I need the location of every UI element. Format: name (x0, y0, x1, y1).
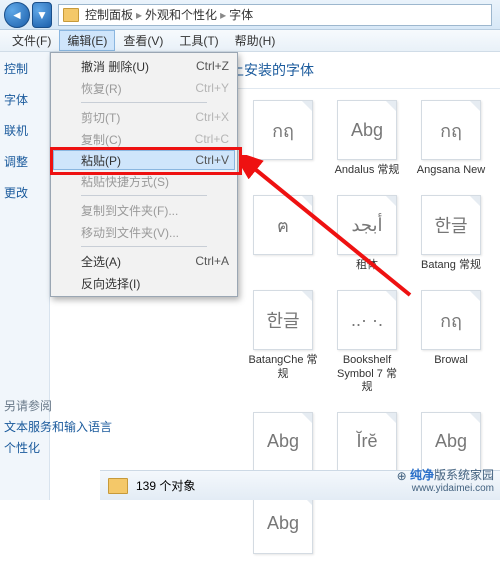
menu-entry-shortcut: Ctrl+C (195, 132, 229, 146)
font-preview: Abg (253, 412, 313, 472)
menu-entry[interactable]: 全选(A)Ctrl+A (53, 250, 235, 272)
address-bar[interactable]: 控制面板▸ 外观和个性化▸ 字体 (58, 4, 492, 26)
breadcrumb-sep: ▸ (136, 8, 142, 22)
menu-entry-label: 粘贴快捷方式(S) (81, 173, 229, 190)
menu-separator (81, 246, 207, 247)
menu-entry-label: 全选(A) (81, 253, 195, 270)
menu-entry[interactable]: 撤消 删除(U)Ctrl+Z (53, 55, 235, 77)
edit-menu-dropdown: 撤消 删除(U)Ctrl+Z恢复(R)Ctrl+Y剪切(T)Ctrl+X复制(C… (50, 52, 238, 297)
menu-entry-label: 反向选择(I) (81, 275, 229, 292)
font-name-label: Angsana New (416, 164, 486, 177)
font-item[interactable]: Ĭrĕ (332, 412, 402, 476)
menu-entry: 移动到文件夹(V)... (53, 221, 235, 243)
menu-item[interactable]: 编辑(E) (59, 30, 115, 51)
font-name-label: Andalus 常规 (332, 164, 402, 177)
font-item[interactable]: Abg (248, 494, 318, 558)
breadcrumb-segment[interactable]: 字体 (229, 6, 253, 23)
menu-item[interactable]: 帮助(H) (227, 30, 284, 51)
menu-entry: 剪切(T)Ctrl+X (53, 106, 235, 128)
font-item[interactable]: ..· ·.Bookshelf Symbol 7 常规 (332, 290, 402, 394)
font-preview: 한글 (421, 195, 481, 255)
menu-entry-label: 复制到文件夹(F)... (81, 202, 229, 219)
watermark: ⊕ 纯净版系统家园 www.yidaimei.com (397, 466, 494, 494)
font-preview: Abg (421, 412, 481, 472)
nav-back-button[interactable]: ◄ (4, 2, 30, 28)
menu-entry-label: 移动到文件夹(V)... (81, 224, 229, 241)
font-preview: กฤ (253, 100, 313, 160)
menu-bar: 文件(F)编辑(E)查看(V)工具(T)帮助(H) (0, 30, 500, 52)
font-item[interactable]: กฤ Browal (416, 290, 486, 394)
sidebar-item[interactable]: 更改 (4, 184, 45, 201)
breadcrumb-sep: ▸ (220, 8, 226, 22)
sidebar-item[interactable]: 控制 (4, 60, 45, 77)
folder-icon (63, 8, 79, 22)
sidebar-item[interactable]: 字体 (4, 91, 45, 108)
breadcrumb-segment[interactable]: 控制面板 (85, 6, 133, 23)
menu-item[interactable]: 查看(V) (115, 30, 171, 51)
font-item[interactable]: ฅ (248, 195, 318, 272)
chevron-down-icon: ▼ (36, 8, 48, 22)
font-item[interactable]: กฤ Angsana New (416, 100, 486, 177)
font-name-label: Browal (416, 354, 486, 367)
font-item[interactable]: 한글 BatangChe 常规 (248, 290, 318, 394)
menu-entry-label: 粘贴(P) (81, 152, 195, 169)
menu-entry: 复制到文件夹(F)... (53, 199, 235, 221)
font-preview: ฅ (253, 195, 313, 255)
font-item[interactable]: Abg (248, 412, 318, 476)
menu-entry: 恢复(R)Ctrl+Y (53, 77, 235, 99)
font-preview: 한글 (253, 290, 313, 350)
menu-entry-shortcut: Ctrl+X (195, 110, 229, 124)
font-preview: กฤ (421, 290, 481, 350)
main-panel: 删除或者显示和隐藏计算机上安装的字体 撤消 删除(U)Ctrl+Z恢复(R)Ct… (50, 52, 500, 500)
menu-entry: 复制(C)Ctrl+C (53, 128, 235, 150)
font-name-label: Batang 常规 (416, 259, 486, 272)
font-preview: أبجد (337, 195, 397, 255)
font-name-label: 租体 (332, 259, 402, 272)
font-item[interactable]: أبجد 租体 (332, 195, 402, 272)
font-item[interactable]: 한글 Batang 常规 (416, 195, 486, 272)
folder-icon (108, 478, 128, 494)
window-titlebar: ◄ ▼ 控制面板▸ 外观和个性化▸ 字体 (0, 0, 500, 30)
font-name-label: BatangChe 常规 (248, 354, 318, 380)
font-item[interactable]: กฤ (248, 100, 318, 177)
menu-entry-label: 剪切(T) (81, 109, 195, 126)
menu-entry: 粘贴快捷方式(S) (53, 170, 235, 192)
menu-separator (81, 102, 207, 103)
nav-recent-button[interactable]: ▼ (32, 2, 52, 28)
menu-entry-shortcut: Ctrl+Y (195, 81, 229, 95)
menu-separator (81, 195, 207, 196)
sidebar-item[interactable]: 联机 (4, 122, 45, 139)
menu-entry-label: 撤消 删除(U) (81, 58, 196, 75)
menu-entry[interactable]: 粘贴(P)Ctrl+V (53, 150, 235, 170)
font-preview: Ĭrĕ (337, 412, 397, 472)
font-preview: Abg (337, 100, 397, 160)
menu-entry[interactable]: 反向选择(I) (53, 272, 235, 294)
font-preview: กฤ (421, 100, 481, 160)
menu-entry-label: 恢复(R) (81, 80, 195, 97)
menu-item[interactable]: 工具(T) (171, 30, 226, 51)
menu-entry-shortcut: Ctrl+Z (196, 59, 229, 73)
menu-entry-label: 复制(C) (81, 131, 195, 148)
font-name-label: Bookshelf Symbol 7 常规 (332, 354, 402, 394)
font-item[interactable]: Abg Andalus 常规 (332, 100, 402, 177)
menu-item[interactable]: 文件(F) (4, 30, 59, 51)
sidebar-item[interactable]: 调整 (4, 153, 45, 170)
font-preview: Abg (253, 494, 313, 554)
menu-entry-shortcut: Ctrl+A (195, 254, 229, 268)
status-object-count: 139 个对象 (136, 477, 195, 494)
menu-entry-shortcut: Ctrl+V (195, 153, 229, 167)
back-icon: ◄ (11, 8, 23, 22)
breadcrumb-segment[interactable]: 外观和个性化 (145, 6, 217, 23)
font-preview: ..· ·. (337, 290, 397, 350)
